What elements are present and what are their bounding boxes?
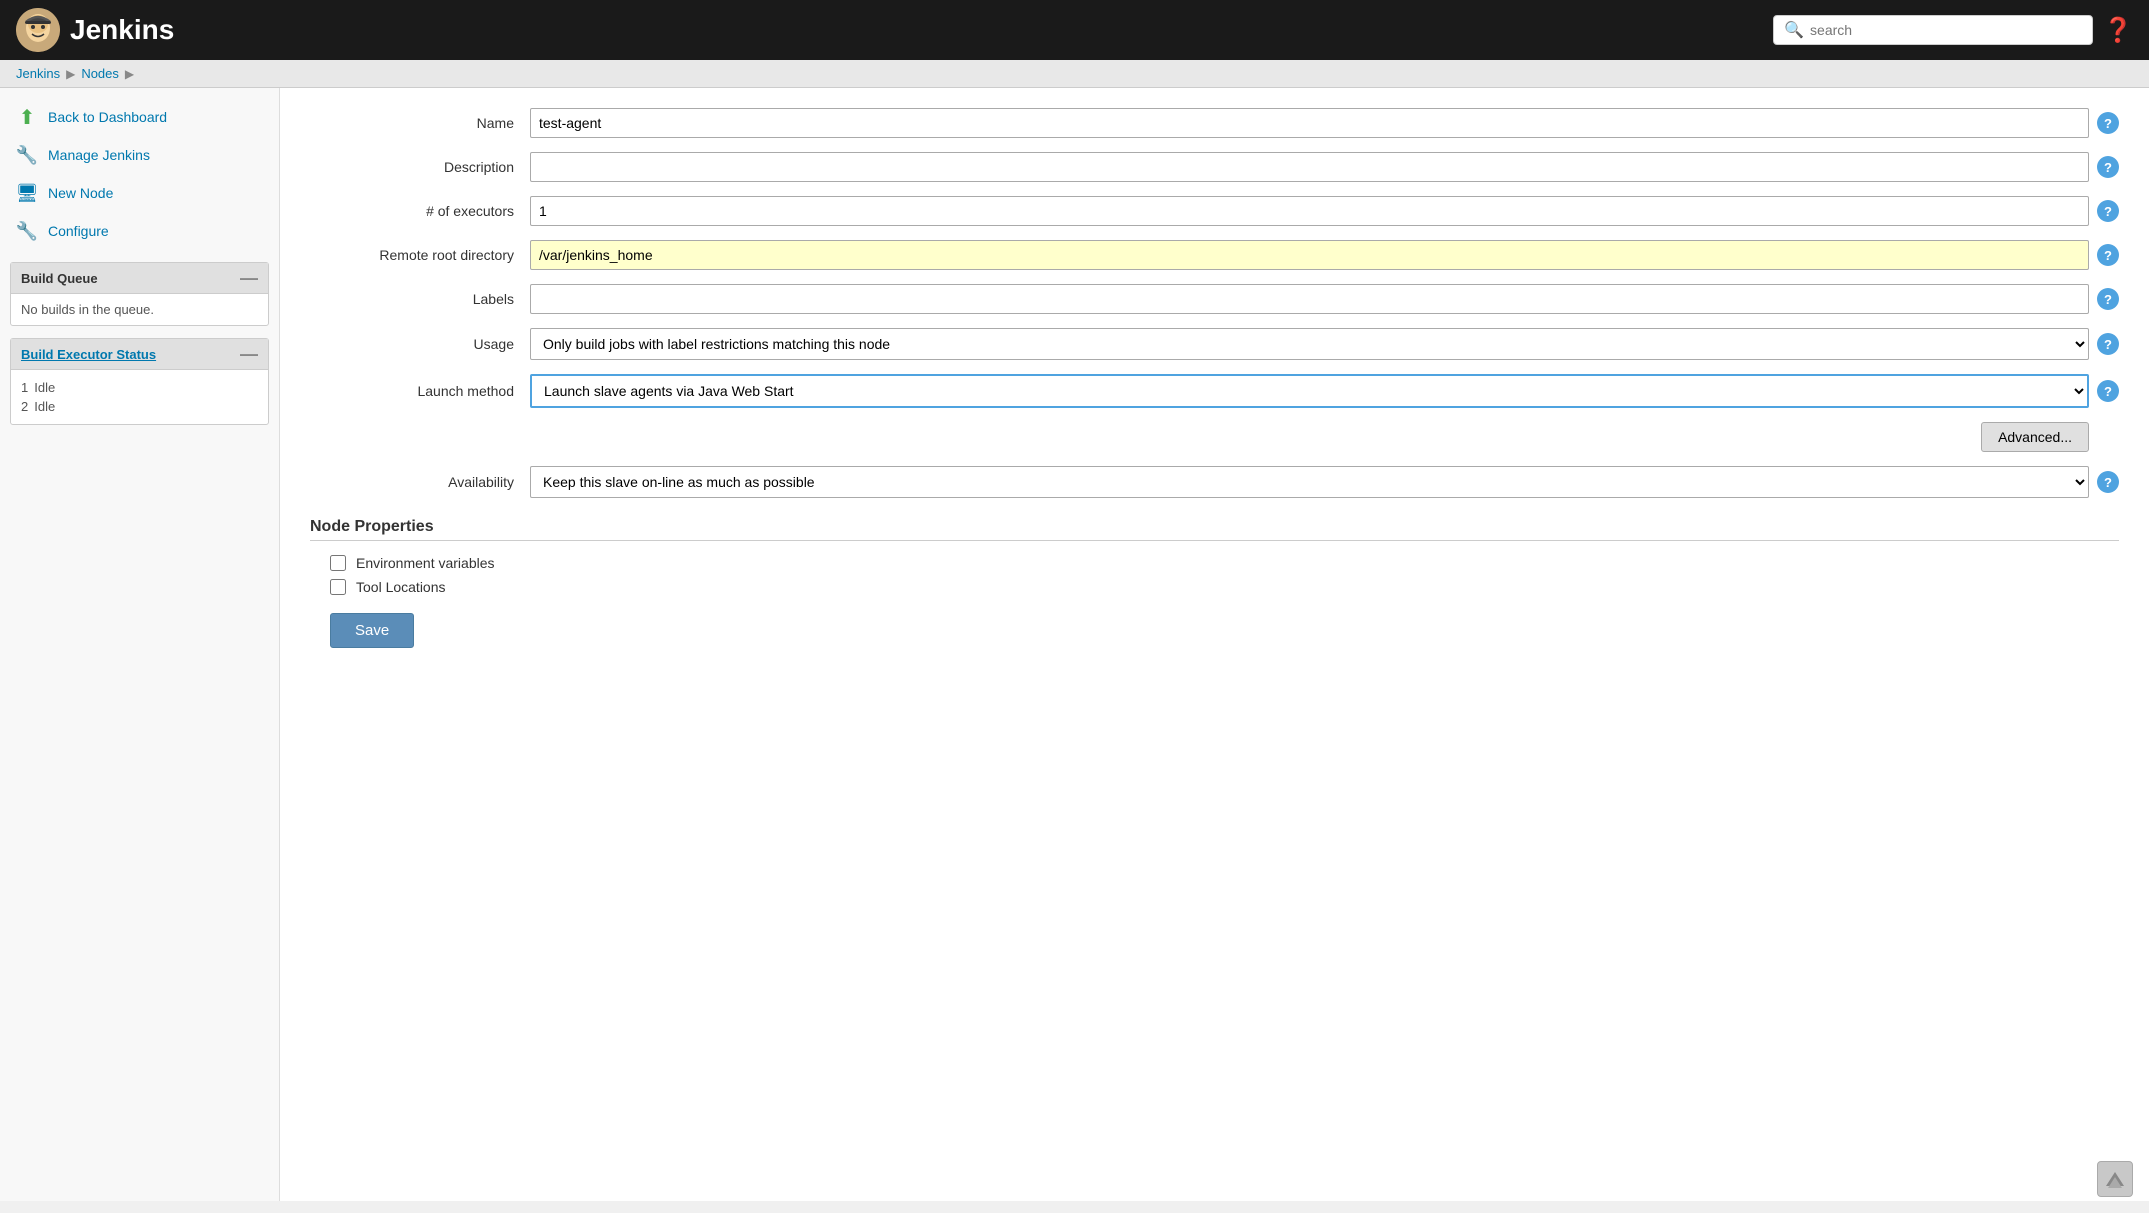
main-content: Name ? Description ? # of executors ? Re… — [280, 88, 2149, 1201]
input-remote-root[interactable] — [530, 240, 2089, 270]
sidebar-item-label-configure: Configure — [48, 223, 109, 239]
help-remote-root[interactable]: ? — [2097, 244, 2119, 266]
help-executors[interactable]: ? — [2097, 200, 2119, 222]
breadcrumb-sep-1: ▶ — [66, 67, 75, 81]
field-labels: Labels ? — [310, 284, 2119, 314]
sidebar-item-label-new-node: New Node — [48, 185, 113, 201]
select-launch-method[interactable]: Launch slave agents via Java Web Start L… — [530, 374, 2089, 408]
build-queue-panel: Build Queue — No builds in the queue. — [10, 262, 269, 326]
scroll-icon — [2104, 1168, 2126, 1190]
build-queue-header: Build Queue — — [11, 263, 268, 294]
control-description: ? — [530, 152, 2119, 182]
wrench-icon-configure: 🔧 — [16, 220, 38, 242]
sidebar-item-label: Back to Dashboard — [48, 109, 167, 125]
control-labels: ? — [530, 284, 2119, 314]
advanced-row: Advanced... — [310, 422, 2089, 452]
layout: ⬆ Back to Dashboard 🔧 Manage Jenkins 🖥 N… — [0, 88, 2149, 1201]
control-remote-root: ? — [530, 240, 2119, 270]
search-input[interactable] — [1810, 22, 2082, 38]
label-labels: Labels — [310, 291, 530, 307]
label-name: Name — [310, 115, 530, 131]
field-name: Name ? — [310, 108, 2119, 138]
help-launch-method[interactable]: ? — [2097, 380, 2119, 402]
input-executors[interactable] — [530, 196, 2089, 226]
build-executor-title-link[interactable]: Build Executor Status — [21, 347, 156, 362]
node-properties-title: Node Properties — [310, 518, 2119, 541]
control-usage: Only build jobs with label restrictions … — [530, 328, 2119, 360]
build-queue-collapse[interactable]: — — [240, 269, 258, 287]
label-availability: Availability — [310, 474, 530, 490]
label-executors: # of executors — [310, 203, 530, 219]
jenkins-logo — [16, 8, 60, 52]
checkbox-env-vars-label: Environment variables — [356, 555, 495, 571]
input-labels[interactable] — [530, 284, 2089, 314]
save-button[interactable]: Save — [330, 613, 414, 648]
build-executor-panel: Build Executor Status — 1 Idle 2 Idle — [10, 338, 269, 425]
search-box[interactable]: 🔍 — [1773, 15, 2093, 45]
sidebar-item-manage-jenkins[interactable]: 🔧 Manage Jenkins — [0, 136, 279, 174]
sidebar-item-new-node[interactable]: 🖥 New Node — [0, 174, 279, 212]
sidebar-item-back-to-dashboard[interactable]: ⬆ Back to Dashboard — [0, 98, 279, 136]
build-queue-empty: No builds in the queue. — [21, 302, 154, 317]
breadcrumb-nodes[interactable]: Nodes — [81, 66, 119, 81]
field-remote-root: Remote root directory ? — [310, 240, 2119, 270]
input-description[interactable] — [530, 152, 2089, 182]
field-description: Description ? — [310, 152, 2119, 182]
executor-2-num: 2 — [21, 399, 28, 414]
checkbox-tool-locations-label: Tool Locations — [356, 579, 446, 595]
monitor-icon: 🖥 — [16, 182, 38, 204]
control-name: ? — [530, 108, 2119, 138]
advanced-button[interactable]: Advanced... — [1981, 422, 2089, 452]
checkbox-env-vars: Environment variables — [330, 555, 2119, 571]
checkbox-tool-locations: Tool Locations — [330, 579, 2119, 595]
breadcrumb-jenkins[interactable]: Jenkins — [16, 66, 60, 81]
help-availability[interactable]: ? — [2097, 471, 2119, 493]
sidebar-item-configure[interactable]: 🔧 Configure — [0, 212, 279, 250]
field-executors: # of executors ? — [310, 196, 2119, 226]
help-icon[interactable]: ❓ — [2103, 16, 2133, 45]
label-remote-root: Remote root directory — [310, 247, 530, 263]
select-usage[interactable]: Only build jobs with label restrictions … — [530, 328, 2089, 360]
label-usage: Usage — [310, 336, 530, 352]
help-usage[interactable]: ? — [2097, 333, 2119, 355]
header: Jenkins 🔍 ❓ — [0, 0, 2149, 60]
field-usage: Usage Only build jobs with label restric… — [310, 328, 2119, 360]
up-arrow-icon: ⬆ — [16, 106, 38, 128]
executor-2: 2 Idle — [21, 397, 258, 416]
build-queue-title: Build Queue — [21, 271, 98, 286]
breadcrumb-sep-2: ▶ — [125, 67, 134, 81]
label-description: Description — [310, 159, 530, 175]
select-availability[interactable]: Keep this slave on-line as much as possi… — [530, 466, 2089, 498]
wrench-icon-manage: 🔧 — [16, 144, 38, 166]
control-launch-method: Launch slave agents via Java Web Start L… — [530, 374, 2119, 408]
help-labels[interactable]: ? — [2097, 288, 2119, 310]
executor-2-status: Idle — [34, 399, 55, 414]
sidebar-item-label-manage: Manage Jenkins — [48, 147, 150, 163]
build-queue-body: No builds in the queue. — [11, 294, 268, 325]
input-name[interactable] — [530, 108, 2089, 138]
field-launch-method: Launch method Launch slave agents via Ja… — [310, 374, 2119, 408]
label-launch-method: Launch method — [310, 383, 530, 399]
control-executors: ? — [530, 196, 2119, 226]
sidebar: ⬆ Back to Dashboard 🔧 Manage Jenkins 🖥 N… — [0, 88, 280, 1201]
help-name[interactable]: ? — [2097, 112, 2119, 134]
field-availability: Availability Keep this slave on-line as … — [310, 466, 2119, 498]
bottom-right-icon[interactable] — [2097, 1161, 2133, 1197]
executor-1-status: Idle — [34, 380, 55, 395]
breadcrumb: Jenkins ▶ Nodes ▶ — [0, 60, 2149, 88]
control-availability: Keep this slave on-line as much as possi… — [530, 466, 2119, 498]
header-title: Jenkins — [70, 14, 174, 46]
executor-1: 1 Idle — [21, 378, 258, 397]
executor-1-num: 1 — [21, 380, 28, 395]
header-right: 🔍 ❓ — [1773, 15, 2133, 45]
checkbox-env-vars-input[interactable] — [330, 555, 346, 571]
help-description[interactable]: ? — [2097, 156, 2119, 178]
build-executor-body: 1 Idle 2 Idle — [11, 370, 268, 424]
build-executor-collapse[interactable]: — — [240, 345, 258, 363]
header-left: Jenkins — [16, 8, 174, 52]
checkbox-tool-locations-input[interactable] — [330, 579, 346, 595]
search-icon: 🔍 — [1784, 20, 1804, 40]
build-executor-header: Build Executor Status — — [11, 339, 268, 370]
